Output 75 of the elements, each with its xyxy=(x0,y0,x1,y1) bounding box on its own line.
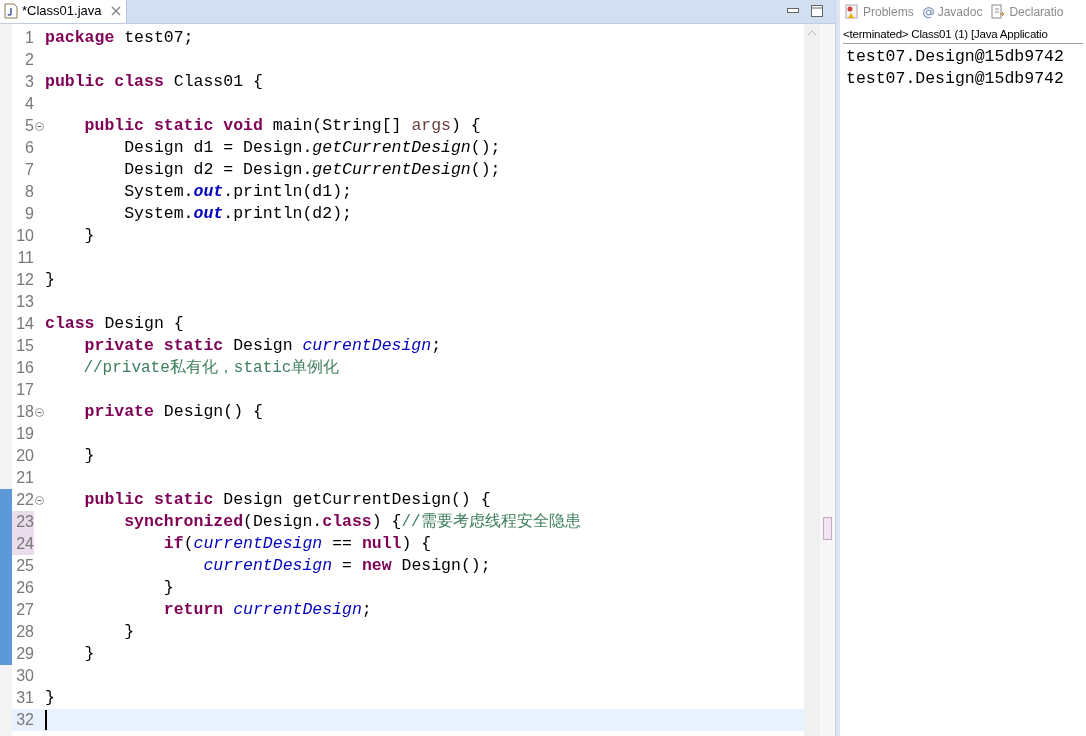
line-number: 1 xyxy=(24,28,34,48)
console-status: <terminated> Class01 (1) [Java Applicatio xyxy=(843,24,1083,44)
code-line: currentDesign = new Design(); xyxy=(202,555,491,577)
line-number: 21 xyxy=(15,468,34,488)
line-number: 12 xyxy=(15,270,34,290)
vertical-scrollbar[interactable] xyxy=(804,24,820,736)
code-line: public class Class01 { xyxy=(45,71,263,93)
line-number: 3 xyxy=(24,72,34,92)
editor-tab[interactable]: *Class01.java xyxy=(0,0,127,23)
line-number: 8 xyxy=(24,182,34,202)
line-number: 23 xyxy=(12,511,34,533)
line-number: 17 xyxy=(15,380,34,400)
code-line: class Design { xyxy=(45,313,184,335)
line-number: 20 xyxy=(15,446,34,466)
close-icon[interactable] xyxy=(109,5,122,17)
line-number: 10 xyxy=(15,226,34,246)
code-line: private Design() { xyxy=(83,401,263,423)
collapse-icon[interactable] xyxy=(35,495,44,505)
line-number: 28 xyxy=(15,622,34,642)
line-number: 22 xyxy=(15,490,34,510)
code-line: Design d1 = Design.getCurrentDesign(); xyxy=(123,137,501,159)
tab-title: *Class01.java xyxy=(22,2,102,21)
code-line: public static Design getCurrentDesign() { xyxy=(83,489,491,511)
maximize-icon[interactable] xyxy=(811,5,823,17)
code-line: } xyxy=(83,225,95,247)
code-line: Design d2 = Design.getCurrentDesign(); xyxy=(123,159,501,181)
line-number: 32 xyxy=(15,710,34,730)
line-number: 27 xyxy=(15,600,34,620)
code-line: System.out.println(d2); xyxy=(123,203,352,225)
line-number: 19 xyxy=(15,424,34,444)
code-line: } xyxy=(83,445,95,467)
code-line: //private私有化，static单例化 xyxy=(82,358,340,379)
view-tab[interactable]: Problems xyxy=(844,3,914,21)
line-number: 13 xyxy=(15,292,34,312)
warning-board-icon xyxy=(844,4,860,20)
line-number: 9 xyxy=(24,204,34,224)
console-output-line: test07.Design@15db9742 xyxy=(846,46,1065,68)
code-line: private static Design currentDesign; xyxy=(83,335,442,357)
code-line: } xyxy=(162,577,174,599)
at-sign-icon xyxy=(921,5,935,19)
line-number: 16 xyxy=(15,358,34,378)
line-number: 24 xyxy=(12,533,34,555)
code-line: package test07; xyxy=(45,27,194,49)
code-line: } xyxy=(45,687,55,709)
line-number: 18 xyxy=(15,402,34,422)
line-number: 11 xyxy=(16,248,34,268)
code-line: } xyxy=(45,269,55,291)
collapse-icon[interactable] xyxy=(35,407,44,417)
line-number: 30 xyxy=(15,666,34,686)
line-number: 31 xyxy=(15,688,34,708)
code-line: return currentDesign; xyxy=(162,599,372,621)
minimize-icon[interactable] xyxy=(787,8,799,14)
line-number: 26 xyxy=(15,578,34,598)
line-number: 25 xyxy=(15,556,34,576)
collapse-icon[interactable] xyxy=(35,121,44,131)
annotation-mark xyxy=(823,517,832,540)
line-number: 4 xyxy=(24,94,34,114)
line-number: 29 xyxy=(15,644,34,664)
console-output-line: test07.Design@15db9742 xyxy=(846,68,1065,90)
view-tab[interactable]: Javadoc xyxy=(921,3,983,21)
line-number: 5 xyxy=(24,116,34,136)
java-file-icon xyxy=(4,3,18,19)
line-number: 6 xyxy=(24,138,34,158)
code-line: } xyxy=(123,621,135,643)
line-number: 14 xyxy=(15,314,34,334)
line-number: 2 xyxy=(24,50,34,70)
code-line: public static void main(String[] args) { xyxy=(83,115,481,137)
view-tab[interactable]: Declaratio xyxy=(990,3,1064,21)
line-number: 15 xyxy=(15,336,34,356)
code-line: synchronized(Design.class) {//需要考虑线程安全隐患 xyxy=(123,511,581,533)
line-number: 7 xyxy=(24,160,34,180)
document-arrow-icon xyxy=(990,4,1007,20)
code-line: if(currentDesign == null) { xyxy=(162,533,432,555)
code-line: } xyxy=(83,643,95,665)
code-line: System.out.println(d1); xyxy=(123,181,352,203)
